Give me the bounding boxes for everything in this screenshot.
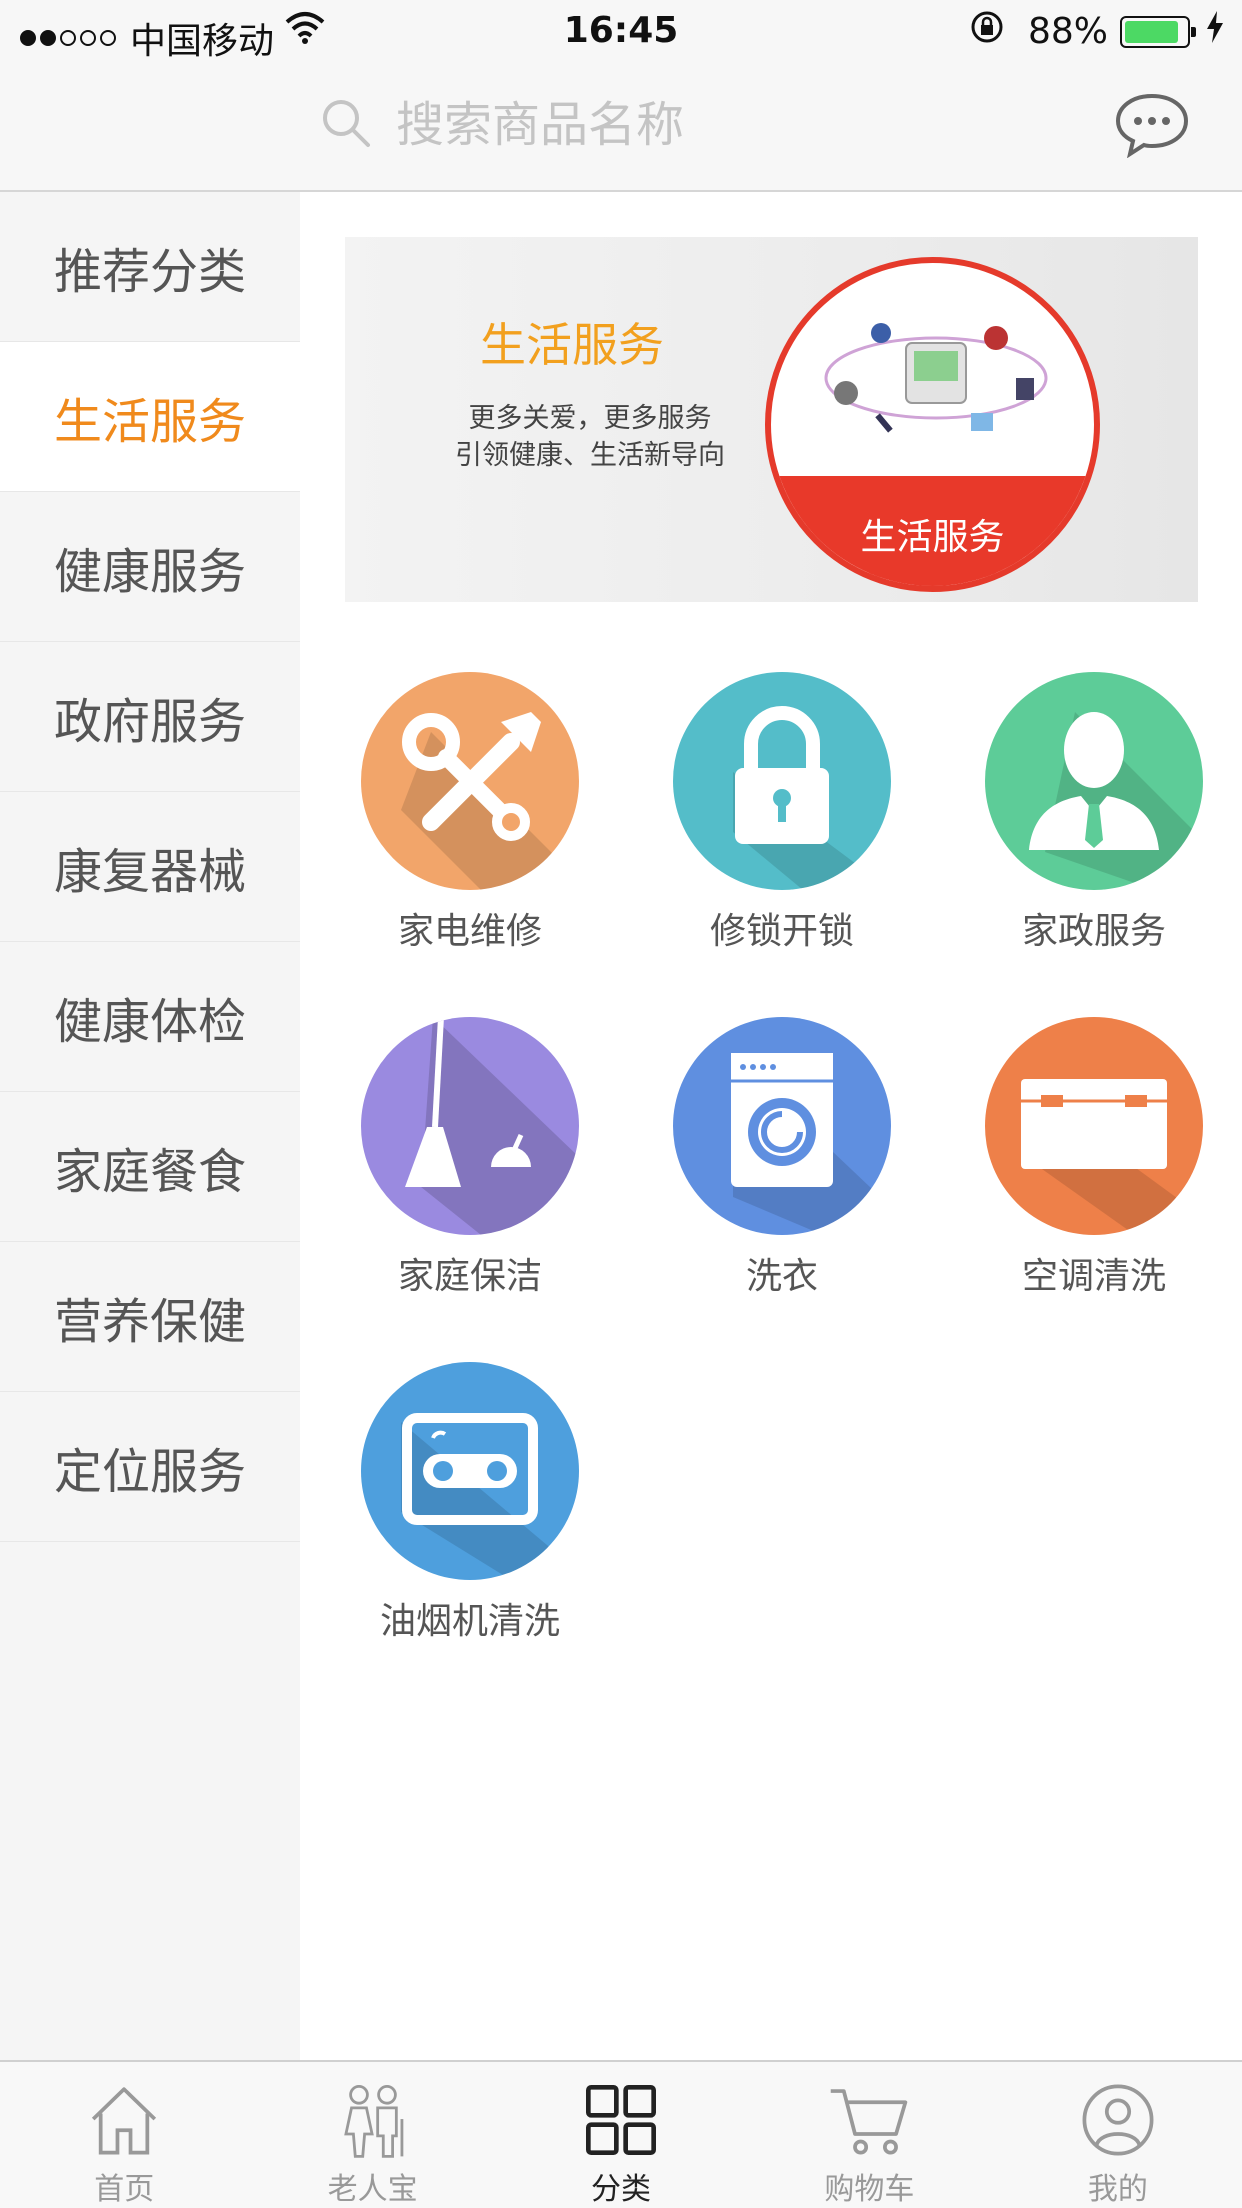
service-appliance-repair[interactable]: 家电维修 <box>320 672 620 954</box>
bottom-tab-bar: 首页 老人宝 分类 购物车 我的 <box>0 2060 1242 2208</box>
devices-icon <box>824 323 1048 433</box>
tab-cart[interactable]: 购物车 <box>745 2062 993 2208</box>
sidebar-item-location-services[interactable]: 定位服务 <box>0 1392 300 1542</box>
tab-elderly[interactable]: 老人宝 <box>248 2062 496 2208</box>
sidebar-item-government-services[interactable]: 政府服务 <box>0 642 300 792</box>
padlock-icon <box>673 672 891 890</box>
message-button[interactable] <box>1114 92 1190 159</box>
service-label: 家电维修 <box>397 911 542 952</box>
grid-icon <box>586 2085 657 2155</box>
service-laundry[interactable]: 洗衣 <box>632 1017 932 1299</box>
header <box>0 62 1242 192</box>
sidebar-item-health-checkup[interactable]: 健康体检 <box>0 942 300 1092</box>
service-ac-cleaning[interactable]: 空调清洗 <box>944 1017 1242 1299</box>
elderly-couple-icon <box>343 2085 403 2158</box>
tab-home[interactable]: 首页 <box>0 2062 248 2208</box>
service-label: 家政服务 <box>1021 911 1166 952</box>
battery-icon <box>1120 15 1196 48</box>
tab-profile[interactable]: 我的 <box>994 2062 1242 2208</box>
profile-icon <box>1082 2084 1154 2156</box>
air-conditioner-icon <box>985 1017 1203 1235</box>
service-housekeeping[interactable]: 家政服务 <box>944 672 1242 954</box>
service-label: 空调清洗 <box>1021 1256 1166 1297</box>
search-icon <box>318 95 374 155</box>
charging-bolt-icon <box>1206 11 1224 52</box>
banner-badge: 生活服务 <box>860 517 1005 558</box>
search-input[interactable] <box>396 97 896 153</box>
sidebar-item-life-services[interactable]: 生活服务 <box>0 342 300 492</box>
wrench-screwdriver-icon <box>361 672 579 890</box>
sidebar-item-home-meals[interactable]: 家庭餐食 <box>0 1092 300 1242</box>
broom-icon <box>361 1017 579 1235</box>
banner-subtitle: 更多关爱，更多服务 引领健康、生活新导向 <box>455 403 725 471</box>
banner-title: 生活服务 <box>480 318 664 372</box>
category-sidebar: 推荐分类 生活服务 健康服务 政府服务 康复器械 健康体检 家庭餐食 营养保健 … <box>0 192 300 2060</box>
service-locksmith[interactable]: 修锁开锁 <box>632 672 932 954</box>
banner-devices-illustration: 生活服务 <box>765 257 1100 592</box>
search-bar[interactable] <box>318 92 918 158</box>
sidebar-item-recommended[interactable]: 推荐分类 <box>0 192 300 342</box>
service-label: 修锁开锁 <box>709 911 854 952</box>
person-icon <box>985 672 1203 890</box>
rotation-lock-icon <box>970 10 1004 53</box>
chat-bubble-icon <box>1115 93 1189 159</box>
service-label: 油烟机清洗 <box>379 1601 560 1642</box>
service-home-cleaning[interactable]: 家庭保洁 <box>320 1017 620 1299</box>
range-hood-icon <box>361 1362 579 1580</box>
status-bar: 中国移动 16:45 88% <box>0 0 1242 62</box>
cart-icon <box>831 2089 908 2155</box>
service-range-hood-cleaning[interactable]: 油烟机清洗 <box>320 1362 620 1644</box>
tab-category[interactable]: 分类 <box>497 2062 745 2208</box>
service-label: 洗衣 <box>745 1256 818 1297</box>
battery-percent: 88% <box>1027 11 1108 52</box>
home-icon <box>92 2087 157 2155</box>
washing-machine-icon <box>673 1017 891 1235</box>
sidebar-item-nutrition[interactable]: 营养保健 <box>0 1242 300 1392</box>
sidebar-item-rehab-equipment[interactable]: 康复器械 <box>0 792 300 942</box>
category-banner[interactable]: 生活服务 更多关爱，更多服务 引领健康、生活新导向 生活服务 <box>345 237 1198 602</box>
service-label: 家庭保洁 <box>397 1256 542 1297</box>
sidebar-item-health-services[interactable]: 健康服务 <box>0 492 300 642</box>
